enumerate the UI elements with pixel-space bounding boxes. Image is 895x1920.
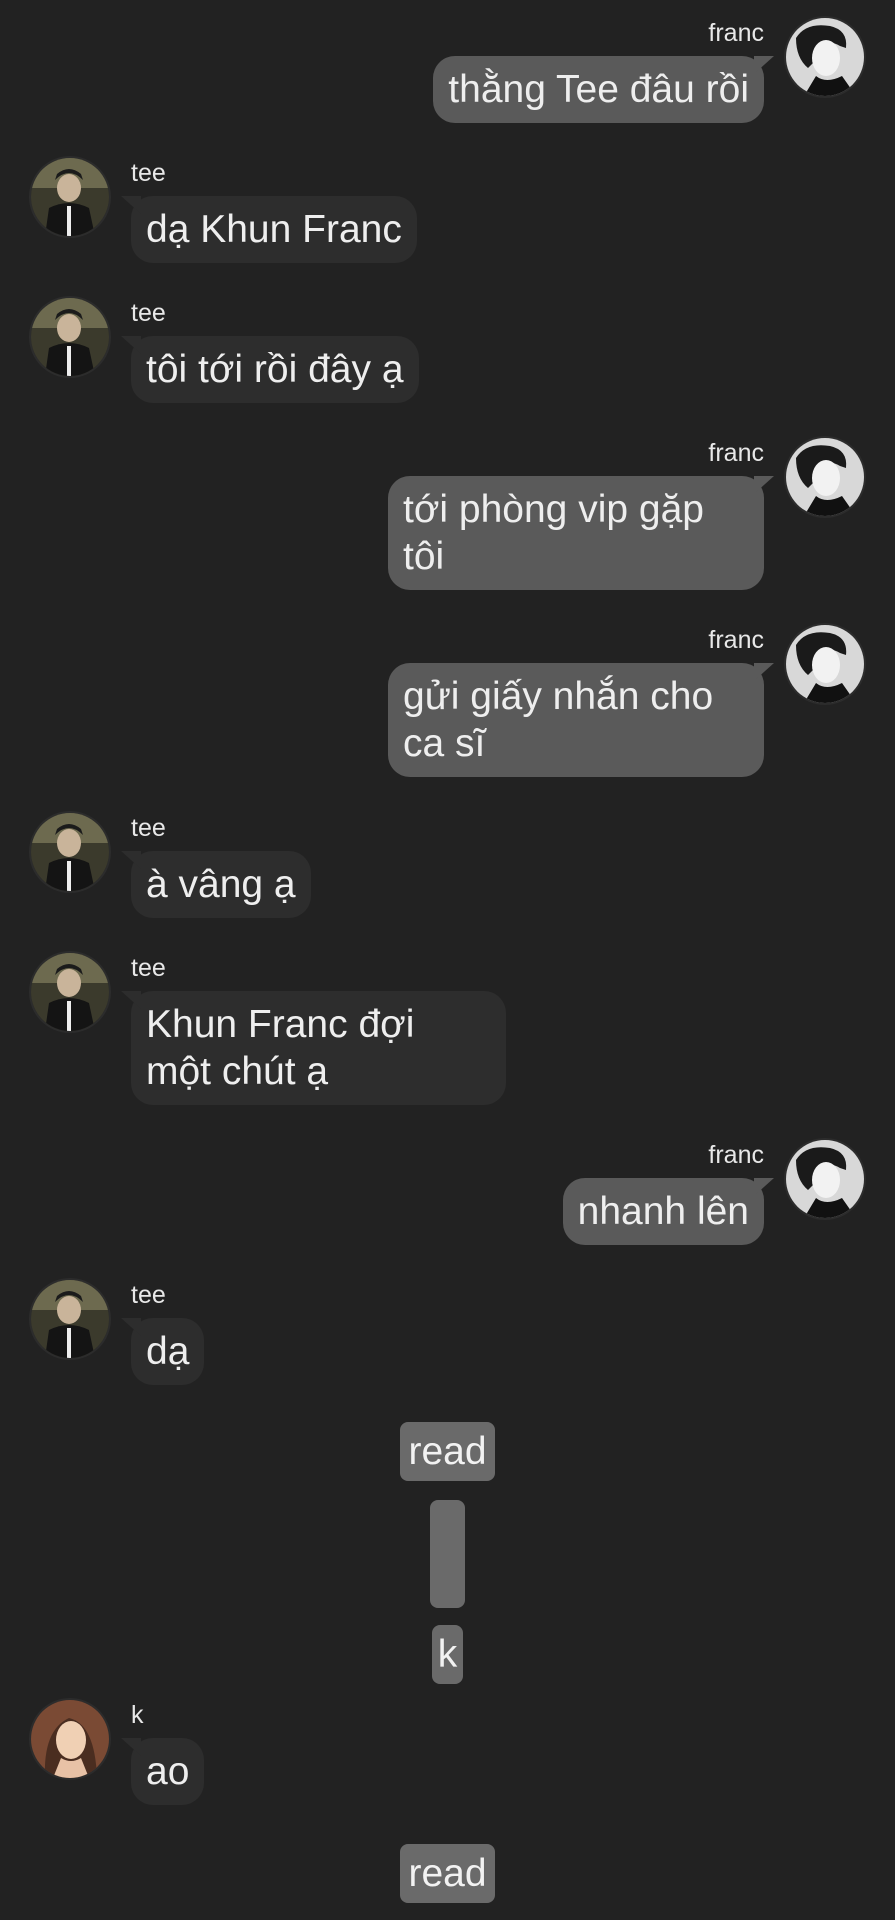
- sender-name: franc: [708, 626, 764, 654]
- sender-name: tee: [131, 1281, 166, 1309]
- message-bubble[interactable]: tới phòng vip gặp tôi: [388, 476, 764, 590]
- franc-avatar-icon[interactable]: [786, 1140, 864, 1218]
- message-bubble[interactable]: ao: [131, 1738, 205, 1805]
- sender-name: tee: [131, 814, 166, 842]
- blank-divider: [430, 1500, 465, 1608]
- franc-avatar-icon[interactable]: [786, 625, 864, 703]
- franc-avatar-icon[interactable]: [786, 18, 864, 96]
- system-note-row: k: [0, 1625, 895, 1684]
- message-bubble[interactable]: dạ Khun Franc: [131, 196, 417, 263]
- sender-name: tee: [131, 159, 166, 187]
- system-note-row: read: [0, 1844, 895, 1903]
- franc-avatar-icon[interactable]: [786, 438, 864, 516]
- sender-name: franc: [708, 19, 764, 47]
- tee-avatar-icon[interactable]: [31, 158, 109, 236]
- chat-window: franc thằng Tee đâu rồi tee dạ Khun Fran…: [0, 0, 895, 1920]
- sender-name: tee: [131, 299, 166, 327]
- sender-name: tee: [131, 954, 166, 982]
- participant-note: k: [431, 1625, 464, 1684]
- message-bubble[interactable]: gửi giấy nhắn cho ca sĩ: [388, 663, 764, 777]
- tee-avatar-icon[interactable]: [31, 953, 109, 1031]
- system-note-row: [0, 1500, 895, 1608]
- read-receipt: read: [400, 1422, 495, 1481]
- tee-avatar-icon[interactable]: [31, 813, 109, 891]
- message-bubble[interactable]: à vâng ạ: [131, 851, 311, 918]
- message-bubble[interactable]: nhanh lên: [562, 1178, 764, 1245]
- sender-name: k: [131, 1701, 144, 1729]
- message-bubble[interactable]: dạ: [131, 1318, 205, 1385]
- message-bubble[interactable]: Khun Franc đợi một chút ạ: [131, 991, 506, 1105]
- message-bubble[interactable]: tôi tới rồi đây ạ: [131, 336, 419, 403]
- sender-name: franc: [708, 1141, 764, 1169]
- tee-avatar-icon[interactable]: [31, 1280, 109, 1358]
- system-note-row: read: [0, 1422, 895, 1481]
- read-receipt: read: [400, 1844, 495, 1903]
- message-bubble[interactable]: thằng Tee đâu rồi: [433, 56, 764, 123]
- sender-name: franc: [708, 439, 764, 467]
- k-avatar-icon[interactable]: [31, 1700, 109, 1778]
- tee-avatar-icon[interactable]: [31, 298, 109, 376]
